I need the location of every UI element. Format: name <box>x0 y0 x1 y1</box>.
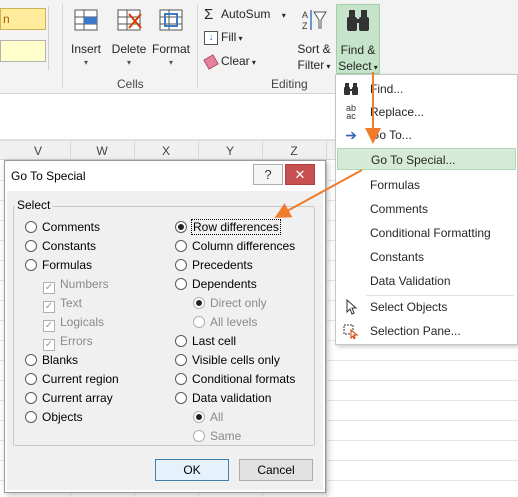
callout-arrows <box>274 72 381 218</box>
arrow-to-row-differences <box>274 169 363 218</box>
